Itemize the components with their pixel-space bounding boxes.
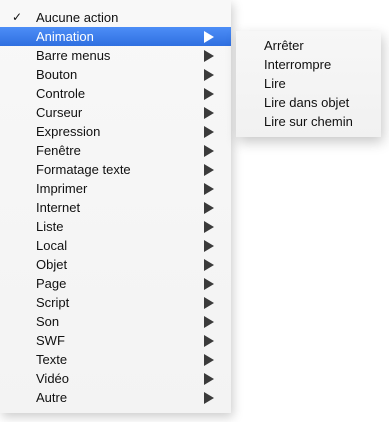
submenu-item-label: Lire sur chemin [264,114,353,129]
menu-item-fenetre[interactable]: Fenêtre [0,141,231,160]
menu-item-label: Page [36,276,67,291]
menu-item-controle[interactable]: Controle [0,84,231,103]
menu-item-internet[interactable]: Internet [0,198,231,217]
menu-item-objet[interactable]: Objet [0,255,231,274]
submenu-arrow-icon [204,145,214,157]
submenu-arrow-icon [204,69,214,81]
menu-item-label: Texte [36,352,68,367]
submenu-arrow-icon [204,240,214,252]
menu-item-imprimer[interactable]: Imprimer [0,179,231,198]
menu-item-label: Son [36,314,60,329]
submenu-arrow-icon [204,278,214,290]
menu-item-label: Aucune action [36,10,119,25]
menu-item-texte[interactable]: Texte [0,350,231,369]
submenu-item-lire[interactable]: Lire [236,74,381,93]
menu-item-autre[interactable]: Autre [0,388,231,407]
submenu-arrow-icon [204,107,214,119]
menu-item-label: Vidéo [36,371,70,386]
submenu-item-interrompre[interactable]: Interrompre [236,55,381,74]
menu-item-label: Objet [36,257,68,272]
menu-item-label: Animation [36,29,94,44]
submenu-arrow-icon [204,373,214,385]
submenu-arrow-icon [204,31,214,43]
menu-item-label: Script [36,295,70,310]
menu-item-label: Internet [36,200,81,215]
submenu-arrow-icon [204,297,214,309]
menu-item-page[interactable]: Page [0,274,231,293]
menu-item-liste[interactable]: Liste [0,217,231,236]
submenu-arrow-icon [204,183,214,195]
menu-item-label: Imprimer [36,181,88,196]
menu-item-label: Controle [36,86,86,101]
submenu-item-lire-dans-objet[interactable]: Lire dans objet [236,93,381,112]
menu-item-label: Liste [36,219,64,234]
submenu-arrow-icon [204,164,214,176]
action-menu: ✓ Aucune action Animation Barre menus Bouton… [0,0,231,413]
menu-item-bouton[interactable]: Bouton [0,65,231,84]
submenu-arrow-icon [204,202,214,214]
submenu-item-label: Lire [264,76,286,91]
menu-item-curseur[interactable]: Curseur [0,103,231,122]
submenu-arrow-icon [204,88,214,100]
menu-item-label: Expression [36,124,101,139]
submenu-arrow-icon [204,50,214,62]
menu-item-aucune-action[interactable]: ✓ Aucune action [0,8,231,27]
menu-item-label: Formatage texte [36,162,131,177]
menu-item-label: Barre menus [36,48,111,63]
submenu-arrow-icon [204,316,214,328]
submenu-arrow-icon [204,354,214,366]
submenu-arrow-icon [204,259,214,271]
submenu-arrow-icon [204,126,214,138]
menu-item-animation[interactable]: Animation [0,27,231,46]
submenu-item-label: Interrompre [264,57,332,72]
submenu-arrow-icon [204,392,214,404]
submenu-item-lire-sur-chemin[interactable]: Lire sur chemin [236,112,381,131]
submenu-item-arreter[interactable]: Arrêter [236,36,381,55]
menu-item-label: Bouton [36,67,78,82]
menu-stage: ✓ Aucune action Animation Barre menus Bouton… [0,0,389,422]
menu-item-local[interactable]: Local [0,236,231,255]
menu-item-barre-menus[interactable]: Barre menus [0,46,231,65]
menu-item-label: Local [36,238,68,253]
menu-item-label: SWF [36,333,65,348]
submenu-arrow-icon [204,221,214,233]
submenu-item-label: Lire dans objet [264,95,350,110]
checkmark-icon: ✓ [12,10,23,24]
menu-item-formatage-texte[interactable]: Formatage texte [0,160,231,179]
menu-item-video[interactable]: Vidéo [0,369,231,388]
menu-item-swf[interactable]: SWF [0,331,231,350]
menu-item-label: Fenêtre [36,143,81,158]
submenu-item-label: Arrêter [264,38,304,53]
menu-item-label: Autre [36,390,68,405]
submenu-arrow-icon [204,335,214,347]
menu-item-expression[interactable]: Expression [0,122,231,141]
animation-submenu: Arrêter Interrompre Lire Lire dans objet Lir… [236,31,381,137]
menu-item-script[interactable]: Script [0,293,231,312]
menu-item-label: Curseur [36,105,83,120]
menu-item-son[interactable]: Son [0,312,231,331]
